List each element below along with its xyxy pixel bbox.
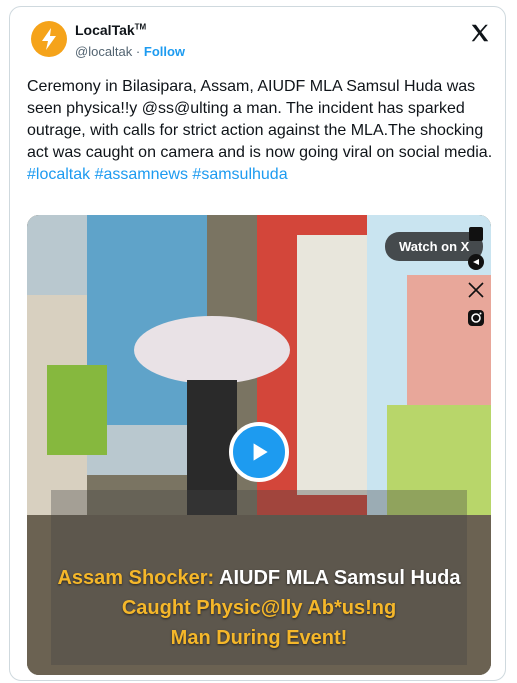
trademark: TM <box>134 22 147 32</box>
follow-button[interactable]: Follow <box>144 44 185 59</box>
tweet-body: Ceremony in Bilasipara, Assam, AIUDF MLA… <box>27 78 493 161</box>
video-side-icons <box>467 225 487 337</box>
video-menu-icon[interactable] <box>467 225 485 243</box>
separator: · <box>135 44 141 59</box>
author-handle[interactable]: @localtak <box>75 44 132 59</box>
localtak-logo-icon[interactable] <box>31 21 67 57</box>
video-share-icon[interactable] <box>467 253 485 271</box>
instagram-icon[interactable] <box>467 309 485 327</box>
play-icon <box>253 443 268 461</box>
tweet-text: Ceremony in Bilasipara, Assam, AIUDF MLA… <box>27 76 495 186</box>
video-player[interactable]: Watch on X Assam Shocker: AIUDF MLA Sams… <box>27 215 491 675</box>
x-logo-icon[interactable] <box>469 22 491 44</box>
caption-line1-prefix: Assam Shocker: <box>57 567 220 589</box>
play-button[interactable] <box>229 422 289 482</box>
author-handle-row: @localtak · Follow <box>75 44 185 59</box>
author-name-text: LocalTak <box>75 22 135 38</box>
video-caption: Assam Shocker: AIUDF MLA Samsul Huda Cau… <box>27 563 491 653</box>
video-x-icon[interactable] <box>467 281 485 299</box>
caption-line3: Man During Event! <box>170 627 348 649</box>
caption-line1-suffix: AIUDF MLA Samsul Huda <box>219 567 461 589</box>
tweet-card: LocalTakTM @localtak · Follow Ceremony i… <box>9 6 506 681</box>
hashtags[interactable]: #localtak #assamnews #samsulhuda <box>27 166 288 183</box>
author-name[interactable]: LocalTakTM <box>75 22 146 38</box>
caption-line2: Caught Physic@lly Ab*us!ng <box>121 597 397 619</box>
